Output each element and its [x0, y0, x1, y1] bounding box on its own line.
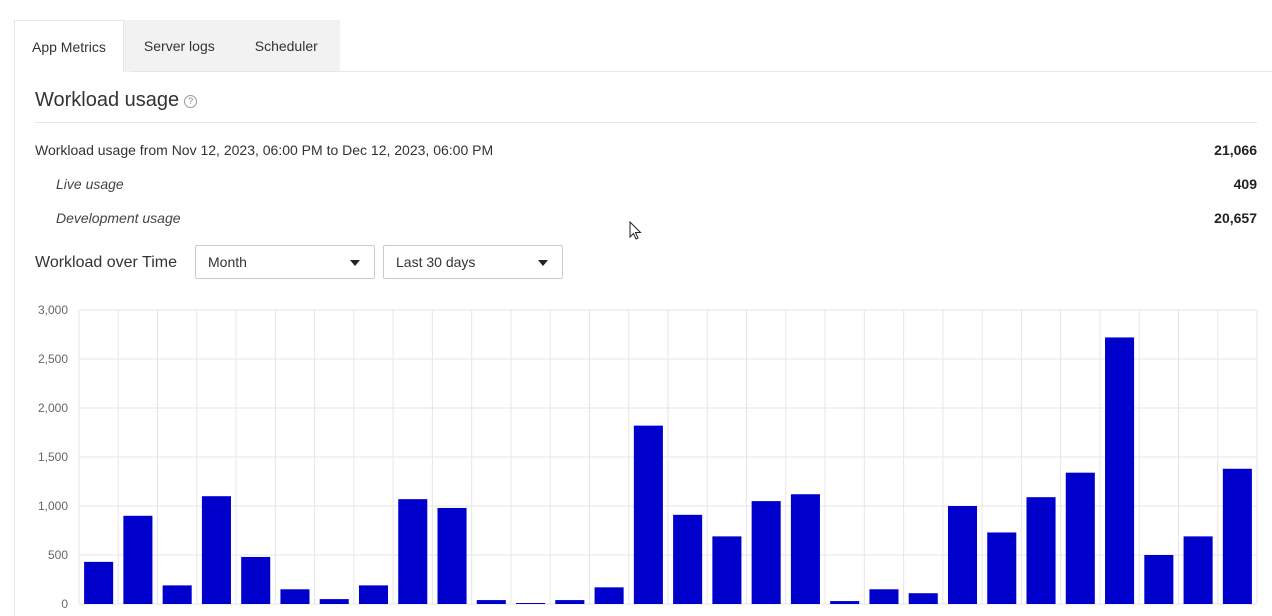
- chart-bar[interactable]: [84, 561, 114, 604]
- chart-bar[interactable]: [1105, 337, 1135, 604]
- chart-bar[interactable]: [123, 515, 153, 604]
- tab-group-inactive: Server logs Scheduler: [123, 20, 340, 72]
- chart-bar[interactable]: [319, 599, 349, 604]
- total-usage-row: Workload usage from Nov 12, 2023, 06:00 …: [35, 142, 1257, 158]
- chart-bar[interactable]: [908, 593, 938, 604]
- chart-bar[interactable]: [790, 494, 820, 604]
- tab-app-metrics[interactable]: App Metrics: [14, 20, 124, 72]
- live-usage-value: 409: [1233, 176, 1257, 192]
- chart-bar[interactable]: [398, 499, 428, 604]
- caret-down-icon: [350, 260, 360, 266]
- chart-bar[interactable]: [162, 585, 192, 604]
- section-divider: [35, 122, 1257, 123]
- period-select[interactable]: Last 30 days: [383, 245, 563, 279]
- usage-range-label: Workload usage from Nov 12, 2023, 06:00 …: [35, 142, 494, 158]
- y-tick-label: 0: [61, 597, 68, 611]
- y-tick-label: 500: [48, 548, 68, 562]
- tab-server-logs[interactable]: Server logs: [123, 20, 235, 72]
- section-title: Workload usage ?: [35, 89, 198, 112]
- period-value: Last 30 days: [396, 254, 476, 270]
- chart-bar[interactable]: [673, 514, 703, 604]
- tab-scheduler[interactable]: Scheduler: [234, 20, 338, 72]
- chart-bar[interactable]: [555, 600, 585, 604]
- tab-divider: [130, 71, 1272, 72]
- dev-usage-label: Development usage: [56, 210, 181, 226]
- chart-bar[interactable]: [751, 501, 781, 604]
- tab-bar: App Metrics Server logs Scheduler: [14, 20, 340, 72]
- y-tick-label: 3,000: [38, 303, 68, 317]
- help-circle-icon[interactable]: ?: [184, 95, 198, 108]
- chart-bar[interactable]: [1065, 472, 1095, 604]
- chart-bar[interactable]: [1026, 497, 1056, 604]
- chart-bar[interactable]: [1144, 555, 1174, 604]
- y-tick-label: 2,000: [38, 401, 68, 415]
- chart-bar[interactable]: [280, 589, 310, 604]
- live-usage-row: Live usage 409: [35, 176, 1257, 192]
- chart-bar[interactable]: [241, 556, 271, 604]
- dev-usage-value: 20,657: [1214, 210, 1257, 226]
- dev-usage-row: Development usage 20,657: [35, 210, 1257, 226]
- live-usage-label: Live usage: [56, 176, 124, 192]
- chart-bar[interactable]: [516, 603, 546, 604]
- chart-bar[interactable]: [712, 536, 742, 604]
- chart-bar[interactable]: [437, 507, 467, 604]
- chart-bar[interactable]: [358, 585, 389, 604]
- granularity-value: Month: [208, 254, 247, 270]
- granularity-select[interactable]: Month: [195, 245, 375, 279]
- workload-over-time-label: Workload over Time: [35, 254, 177, 271]
- caret-down-icon: [538, 260, 548, 266]
- y-tick-label: 1,500: [38, 450, 68, 464]
- y-tick-label: 1,000: [38, 499, 68, 513]
- workload-bar-chart: 0 500 1,000 1,500 2,000 2,500 3,000: [38, 303, 1258, 611]
- total-usage-value: 21,066: [1214, 142, 1257, 158]
- chart-bar[interactable]: [476, 600, 506, 604]
- y-tick-label: 2,500: [38, 352, 68, 366]
- chart-bar[interactable]: [869, 589, 899, 604]
- chart-bar[interactable]: [947, 506, 978, 604]
- chart-bar[interactable]: [633, 425, 663, 604]
- chart-bar[interactable]: [201, 496, 231, 604]
- chart-bar[interactable]: [830, 601, 860, 604]
- chart-bar[interactable]: [987, 532, 1017, 604]
- chart-bar[interactable]: [1183, 536, 1213, 604]
- section-title-text: Workload usage: [35, 89, 180, 111]
- chart-bar[interactable]: [594, 587, 624, 604]
- mouse-cursor-icon: [629, 221, 642, 240]
- chart-bar[interactable]: [1222, 468, 1252, 604]
